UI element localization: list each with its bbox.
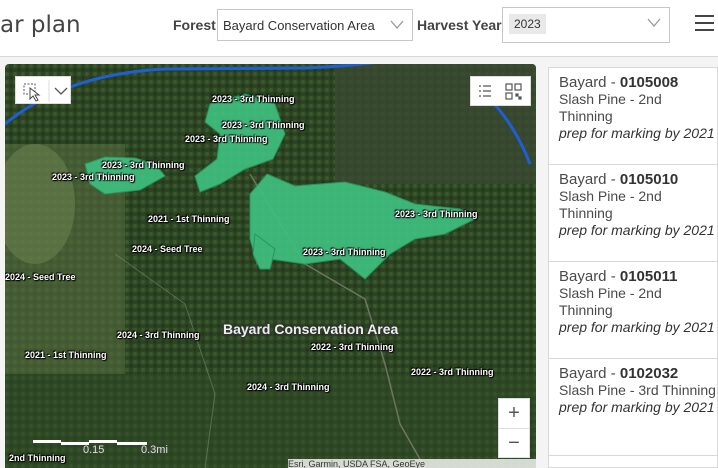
stand-label: 2023 - 3rd Thinning	[52, 172, 135, 182]
stand-forest: Bayard	[559, 268, 607, 285]
stand-forest: Bayard	[559, 365, 607, 382]
zoom-in-button[interactable]: +	[499, 399, 529, 429]
stand-id: 0105011	[619, 268, 678, 285]
stand-label: 2022 - 3rd Thinning	[411, 367, 494, 377]
map-attribution: Esri, Garmin, USDA FSA, GeoEye	[288, 459, 536, 468]
map-view[interactable]: 2023 - 3rd Thinning 2023 - 3rd Thinning …	[5, 64, 536, 468]
stand-label: 2023 - 3rd Thinning	[102, 160, 185, 170]
chevron-down-icon	[54, 87, 68, 95]
stand-forest: Bayard	[559, 171, 607, 188]
list-item[interactable]: Bayard - 0102032 Slash Pine - 3rd Thinni…	[549, 359, 717, 456]
stand-list-panel: Bayard - 0105008 Slash Pine - 2nd Thinni…	[548, 67, 718, 468]
map-tools-group	[470, 76, 531, 106]
list-item[interactable]: Bayard - 0105008 Slash Pine - 2nd Thinni…	[549, 68, 717, 165]
app-header: ar plan Forest Bayard Conservation Area …	[0, 0, 718, 57]
stand-id: 0102032	[619, 365, 679, 382]
stand-status: prep for marking by 2021	[559, 222, 715, 238]
chevron-down-icon	[390, 20, 404, 29]
stand-forest: Bayard	[559, 74, 607, 91]
stand-status: prep for marking by 2021	[559, 319, 715, 335]
list-icon[interactable]	[479, 85, 491, 97]
stand-type: Slash Pine - 2nd Thinning	[559, 285, 662, 318]
stand-label: 2021 - 1st Thinning	[148, 214, 230, 224]
forest-select-value: Bayard Conservation Area	[223, 18, 375, 33]
stand-status: prep for marking by 2021	[559, 125, 715, 141]
select-tool-button[interactable]	[15, 76, 71, 104]
forest-select[interactable]: Bayard Conservation Area	[217, 9, 413, 41]
stand-type: Slash Pine - 3rd Thinning	[559, 382, 716, 398]
harvest-year-select[interactable]: 2023	[502, 7, 670, 43]
scale-label: 0.3mi	[141, 444, 168, 456]
forest-label: Forest	[173, 17, 216, 33]
stand-label: 2023 - 3rd Thinning	[303, 247, 386, 257]
page-title: ar plan	[0, 12, 81, 38]
stand-label: 2024 - 3rd Thinning	[247, 382, 330, 392]
stand-label: 2023 - 3rd Thinning	[212, 94, 295, 104]
stand-label: 2024 - Seed Tree	[132, 244, 203, 254]
select-tool-icon	[23, 83, 41, 102]
stand-label: 2024 - Seed Tree	[5, 272, 76, 282]
stand-id: 0105010	[619, 171, 679, 188]
area-label: Bayard Conservation Area	[223, 321, 399, 337]
stand-label: 2024 - 3rd Thinning	[117, 330, 200, 340]
stand-label: 2022 - 3rd Thinning	[311, 342, 394, 352]
hamburger-menu-icon[interactable]	[695, 15, 714, 36]
list-item[interactable]: Bayard - 0105010 Slash Pine - 2nd Thinni…	[549, 165, 717, 262]
stand-label: 2021 - 1st Thinning	[25, 350, 107, 360]
list-item[interactable]: Bayard - 0105011 Slash Pine - 2nd Thinni…	[549, 262, 717, 359]
scale-label: 0.15	[83, 444, 105, 456]
stand-label: 2023 - 3rd Thinning	[185, 134, 268, 144]
qr-grid-icon[interactable]	[505, 83, 522, 100]
stand-id: 0105008	[619, 74, 679, 91]
chevron-down-icon	[647, 18, 661, 27]
stand-label: 2023 - 3rd Thinning	[222, 120, 305, 130]
stand-type: Slash Pine - 2nd Thinning	[559, 188, 662, 221]
stand-status: prep for marking by 2021	[559, 399, 715, 415]
harvest-year-chip: 2023	[509, 14, 546, 34]
stand-type: Slash Pine - 2nd Thinning	[559, 91, 662, 124]
zoom-out-button[interactable]: −	[499, 429, 529, 457]
stand-label: 2nd Thinning	[9, 453, 66, 463]
stand-label: 2023 - 3rd Thinning	[395, 209, 478, 219]
zoom-controls: + −	[498, 398, 530, 458]
harvest-year-label: Harvest Year	[417, 17, 502, 33]
